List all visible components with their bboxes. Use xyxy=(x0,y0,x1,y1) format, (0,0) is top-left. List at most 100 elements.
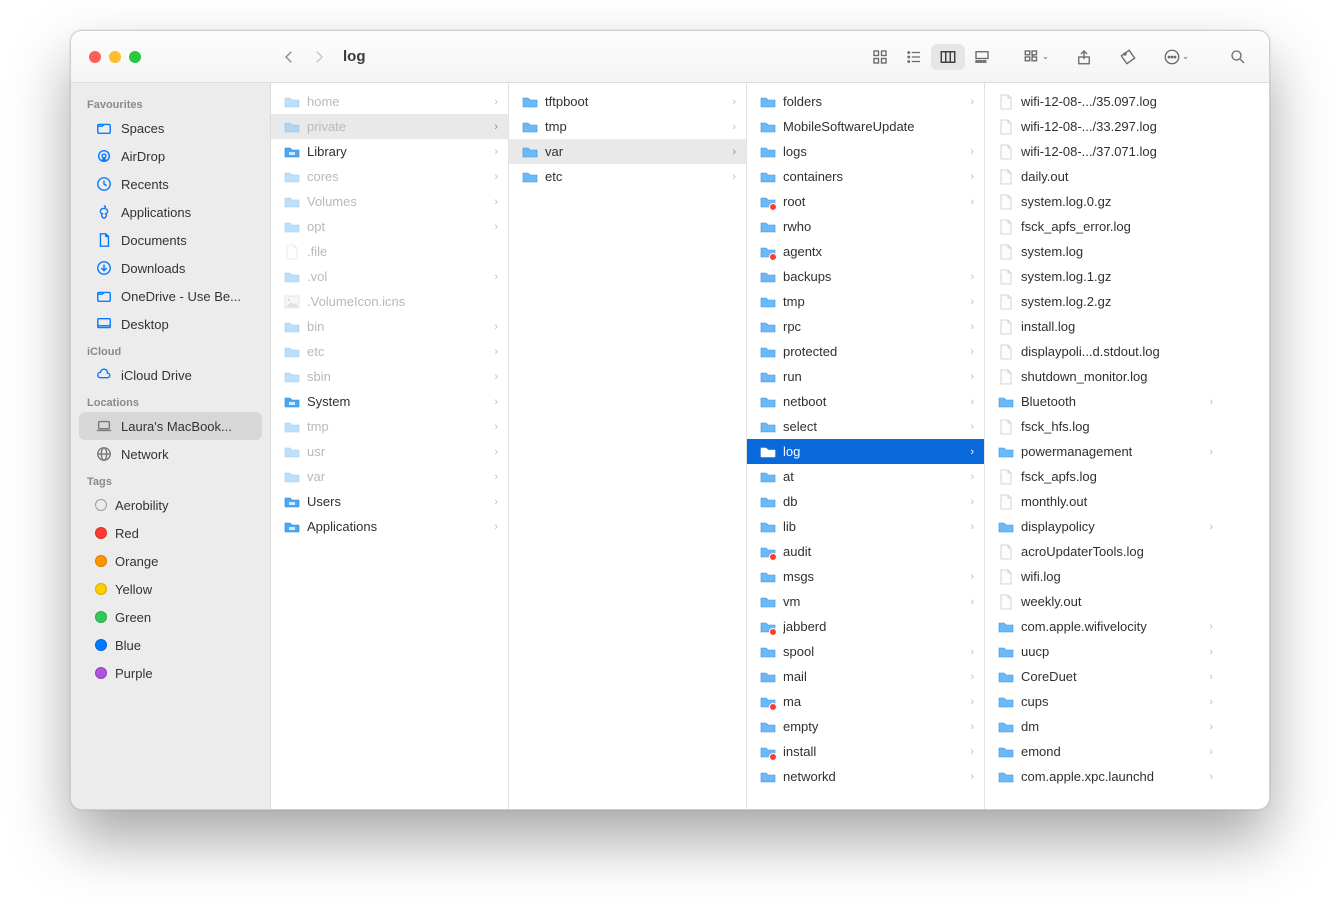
list-item[interactable]: etc› xyxy=(509,164,746,189)
list-item[interactable]: folders› xyxy=(747,89,984,114)
list-item[interactable]: msgs› xyxy=(747,564,984,589)
list-item[interactable]: uucp› xyxy=(985,639,1223,664)
list-item[interactable]: agentx xyxy=(747,239,984,264)
list-item[interactable]: networkd› xyxy=(747,764,984,789)
list-item[interactable]: home› xyxy=(271,89,508,114)
list-item[interactable]: Bluetooth› xyxy=(985,389,1223,414)
list-item[interactable]: etc› xyxy=(271,339,508,364)
list-item[interactable]: usr› xyxy=(271,439,508,464)
list-item[interactable]: Volumes› xyxy=(271,189,508,214)
list-item[interactable]: .VolumeIcon.icns xyxy=(271,289,508,314)
list-item[interactable]: install.log xyxy=(985,314,1223,339)
list-item[interactable]: ma› xyxy=(747,689,984,714)
list-item[interactable]: backups› xyxy=(747,264,984,289)
sidebar-item[interactable]: iCloud Drive xyxy=(79,361,262,389)
list-item[interactable]: emond› xyxy=(985,739,1223,764)
list-item[interactable]: wifi-12-08-.../35.097.log xyxy=(985,89,1223,114)
list-item[interactable]: private› xyxy=(271,114,508,139)
list-item[interactable]: netboot› xyxy=(747,389,984,414)
list-item[interactable]: select› xyxy=(747,414,984,439)
list-item[interactable]: Users› xyxy=(271,489,508,514)
list-item[interactable]: system.log.0.gz xyxy=(985,189,1223,214)
list-item[interactable]: tmp› xyxy=(747,289,984,314)
list-item[interactable]: rpc› xyxy=(747,314,984,339)
list-item[interactable]: rwho xyxy=(747,214,984,239)
sidebar-item[interactable]: Network xyxy=(79,440,262,468)
list-item[interactable]: .file xyxy=(271,239,508,264)
list-item[interactable]: containers› xyxy=(747,164,984,189)
list-item[interactable]: logs› xyxy=(747,139,984,164)
list-item[interactable]: run› xyxy=(747,364,984,389)
close-window-button[interactable] xyxy=(89,51,101,63)
sidebar-item[interactable]: Spaces xyxy=(79,114,262,142)
list-item[interactable]: log› xyxy=(747,439,984,464)
list-item[interactable]: .vol› xyxy=(271,264,508,289)
sidebar-item[interactable]: OneDrive - Use Be... xyxy=(79,282,262,310)
sidebar-item[interactable]: Aerobility xyxy=(79,491,262,519)
sidebar-item[interactable]: Recents xyxy=(79,170,262,198)
group-by-button[interactable]: ⌄ xyxy=(1019,44,1053,70)
list-item[interactable]: CoreDuet› xyxy=(985,664,1223,689)
minimize-window-button[interactable] xyxy=(109,51,121,63)
list-item[interactable]: system.log xyxy=(985,239,1223,264)
sidebar-item[interactable]: Laura's MacBook... xyxy=(79,412,262,440)
list-item[interactable]: audit xyxy=(747,539,984,564)
list-item[interactable]: spool› xyxy=(747,639,984,664)
sidebar-item[interactable]: Green xyxy=(79,603,262,631)
sidebar-item[interactable]: Red xyxy=(79,519,262,547)
back-button[interactable] xyxy=(275,43,303,71)
sidebar-item[interactable]: Blue xyxy=(79,631,262,659)
list-item[interactable]: com.apple.wifivelocity› xyxy=(985,614,1223,639)
tags-button[interactable] xyxy=(1115,44,1141,70)
list-item[interactable]: wifi-12-08-.../37.071.log xyxy=(985,139,1223,164)
list-view-button[interactable] xyxy=(897,44,931,70)
list-item[interactable]: fsck_apfs_error.log xyxy=(985,214,1223,239)
list-item[interactable]: fsck_hfs.log xyxy=(985,414,1223,439)
sidebar-item[interactable]: Desktop xyxy=(79,310,262,338)
list-item[interactable]: jabberd xyxy=(747,614,984,639)
list-item[interactable]: com.apple.xpc.launchd› xyxy=(985,764,1223,789)
sidebar-item[interactable]: Yellow xyxy=(79,575,262,603)
action-menu-button[interactable]: ⌄ xyxy=(1159,44,1193,70)
sidebar-item[interactable]: Downloads xyxy=(79,254,262,282)
list-item[interactable]: fsck_apfs.log xyxy=(985,464,1223,489)
list-item[interactable]: opt› xyxy=(271,214,508,239)
list-item[interactable]: weekly.out xyxy=(985,589,1223,614)
sidebar-item[interactable]: Orange xyxy=(79,547,262,575)
list-item[interactable]: MobileSoftwareUpdate xyxy=(747,114,984,139)
list-item[interactable]: sbin› xyxy=(271,364,508,389)
list-item[interactable]: vm› xyxy=(747,589,984,614)
list-item[interactable]: cups› xyxy=(985,689,1223,714)
list-item[interactable]: displaypolicy› xyxy=(985,514,1223,539)
list-item[interactable]: System› xyxy=(271,389,508,414)
zoom-window-button[interactable] xyxy=(129,51,141,63)
sidebar-item[interactable]: AirDrop xyxy=(79,142,262,170)
list-item[interactable]: powermanagement› xyxy=(985,439,1223,464)
list-item[interactable]: empty› xyxy=(747,714,984,739)
list-item[interactable]: Applications› xyxy=(271,514,508,539)
list-item[interactable]: protected› xyxy=(747,339,984,364)
list-item[interactable]: wifi-12-08-.../33.297.log xyxy=(985,114,1223,139)
sidebar-item[interactable]: Documents xyxy=(79,226,262,254)
sidebar-item[interactable]: Applications xyxy=(79,198,262,226)
column-view-button[interactable] xyxy=(931,44,965,70)
share-button[interactable] xyxy=(1071,44,1097,70)
list-item[interactable]: var› xyxy=(509,139,746,164)
list-item[interactable]: monthly.out xyxy=(985,489,1223,514)
list-item[interactable]: lib› xyxy=(747,514,984,539)
list-item[interactable]: tmp› xyxy=(509,114,746,139)
icon-view-button[interactable] xyxy=(863,44,897,70)
sidebar-item[interactable]: Purple xyxy=(79,659,262,687)
list-item[interactable]: tftpboot› xyxy=(509,89,746,114)
list-item[interactable]: root› xyxy=(747,189,984,214)
list-item[interactable]: at› xyxy=(747,464,984,489)
list-item[interactable]: var› xyxy=(271,464,508,489)
list-item[interactable]: shutdown_monitor.log xyxy=(985,364,1223,389)
list-item[interactable]: tmp› xyxy=(271,414,508,439)
list-item[interactable]: bin› xyxy=(271,314,508,339)
forward-button[interactable] xyxy=(305,43,333,71)
list-item[interactable]: dm› xyxy=(985,714,1223,739)
list-item[interactable]: db› xyxy=(747,489,984,514)
list-item[interactable]: cores› xyxy=(271,164,508,189)
list-item[interactable]: Library› xyxy=(271,139,508,164)
